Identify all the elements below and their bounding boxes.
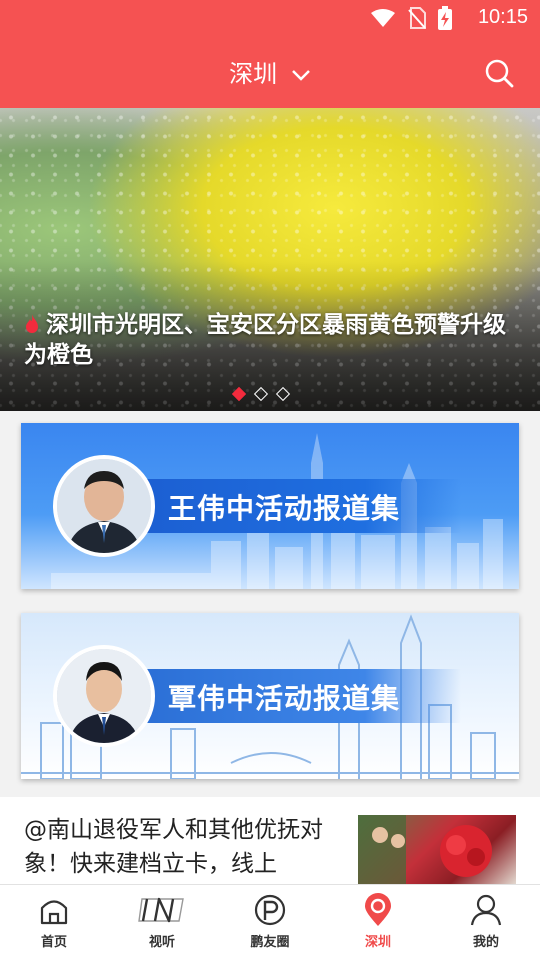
- feature-banner[interactable]: 覃伟中活动报道集: [21, 613, 519, 779]
- status-time: 10:15: [477, 6, 528, 28]
- status-icons: [370, 6, 452, 30]
- no-sim-icon: [408, 7, 426, 29]
- tab-media[interactable]: 视听: [108, 885, 216, 960]
- carousel-indicator: [231, 386, 291, 402]
- fire-icon: [26, 314, 38, 333]
- user-icon: [470, 894, 502, 926]
- tab-label: 深圳: [364, 935, 391, 950]
- tab-label: 视听: [148, 935, 175, 950]
- person-portrait: [57, 649, 151, 743]
- tab-label: 鹏友圈: [250, 935, 290, 950]
- portrait-avatar: [53, 455, 155, 557]
- carousel-dot: [275, 386, 291, 402]
- city-selector[interactable]: 深圳: [0, 54, 540, 89]
- p-circle-icon: [254, 894, 286, 926]
- news-thumbnail: [358, 815, 516, 887]
- hero-caption[interactable]: 深圳市光明区、宝安区分区暴雨黄色预警升级为橙色: [24, 310, 524, 370]
- tab-home[interactable]: 首页: [0, 885, 108, 960]
- thumbnail-image: [358, 815, 492, 887]
- banner-title: 覃伟中活动报道集: [168, 682, 401, 715]
- tab-shenzhen[interactable]: 深圳: [324, 885, 432, 960]
- chevron-down-icon: [291, 70, 310, 81]
- bottom-tab-bar: 首页 视听 鹏友圈 深圳 我的: [0, 884, 540, 960]
- hero-carousel[interactable]: 深圳市光明区、宝安区分区暴雨黄色预警升级为橙色: [0, 108, 540, 411]
- top-bar: 10:15 深圳: [0, 0, 540, 108]
- status-bar: 10:15: [0, 0, 540, 36]
- news-list-item[interactable]: @南山退役军人和其他优抚对象！快来建档立卡，线上: [0, 797, 540, 897]
- person-portrait: [57, 459, 151, 553]
- news-headline: @南山退役军人和其他优抚对象！快来建档立卡，线上: [24, 817, 323, 877]
- wifi-icon: [371, 9, 395, 27]
- tab-community[interactable]: 鹏友圈: [216, 885, 324, 960]
- city-name: 深圳: [229, 60, 278, 88]
- battery-charging-icon: [438, 6, 452, 30]
- home-icon: [40, 900, 68, 925]
- location-pin-icon: [365, 893, 391, 926]
- feature-banner[interactable]: 王伟中活动报道集: [21, 423, 519, 589]
- carousel-dot: [253, 386, 269, 402]
- banner-title: 王伟中活动报道集: [168, 492, 401, 525]
- tab-label: 我的: [472, 935, 499, 950]
- portrait-avatar: [53, 645, 155, 747]
- hero-caption-text: 深圳市光明区、宝安区分区暴雨黄色预警升级为橙色: [24, 312, 506, 368]
- tab-label: 首页: [40, 935, 67, 950]
- carousel-dot-active: [231, 386, 247, 402]
- search-icon[interactable]: [484, 58, 514, 88]
- in-icon: [138, 897, 184, 923]
- tab-profile[interactable]: 我的: [432, 885, 540, 960]
